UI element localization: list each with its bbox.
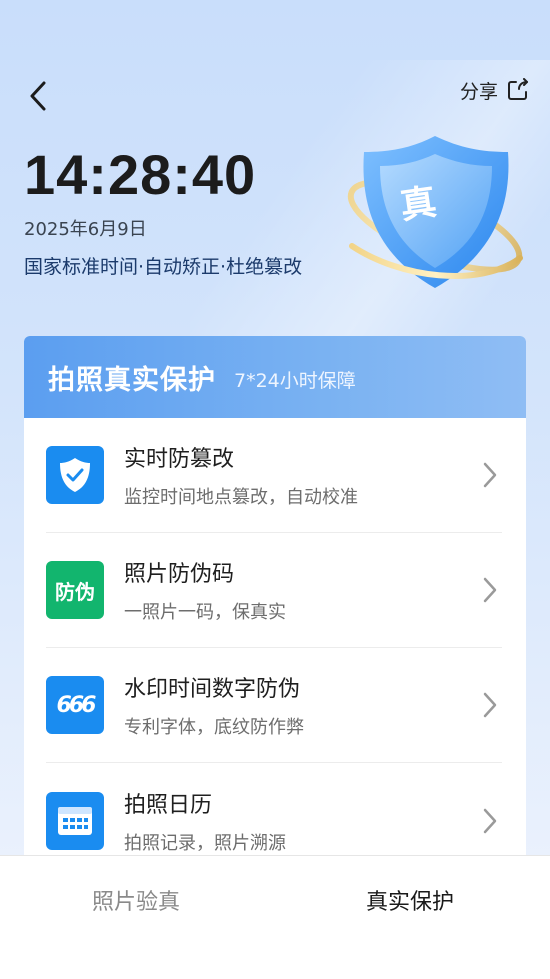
calendar-icon <box>46 791 104 850</box>
back-button[interactable] <box>20 78 56 114</box>
feature-desc: 拍照记录，照片溯源 <box>124 832 286 854</box>
shield-check-icon <box>46 446 104 504</box>
chevron-right-icon <box>478 575 502 605</box>
share-label: 分享 <box>459 80 498 103</box>
feature-row-anti-tamper[interactable]: 实时防篡改 监控时间地点篡改，自动校准 <box>46 418 502 533</box>
feature-row-watermark-digits[interactable]: 666 水印时间数字防伪 专利字体，底纹防作弊 <box>46 648 502 763</box>
feature-row-anti-fake-code[interactable]: 防伪 照片防伪码 一照片一码，保真实 <box>46 533 502 648</box>
anti-fake-icon-text: 防伪 <box>55 579 95 604</box>
current-time: 14:28:40 <box>24 143 257 206</box>
protection-card: 拍照真实保护 7*24小时保障 实时防篡改 监控时间地点篡改，自动校准 防伪 照… <box>24 336 526 896</box>
tab-real-protection[interactable]: 真实保护 <box>366 884 454 916</box>
shield-badge-char: 真 <box>398 182 439 228</box>
feature-desc: 专利字体，底纹防作弊 <box>124 717 304 738</box>
feature-desc: 监控时间地点篡改，自动校准 <box>124 487 358 508</box>
card-header: 拍照真实保护 7*24小时保障 <box>24 336 526 418</box>
digits-icon-text: 666 <box>56 692 97 718</box>
feature-title: 实时防篡改 <box>124 447 235 472</box>
digits-666-icon: 666 <box>46 676 104 734</box>
chevron-right-icon <box>478 806 502 836</box>
feature-desc: 一照片一码，保真实 <box>124 602 286 623</box>
anti-fake-icon: 防伪 <box>46 561 104 619</box>
current-date: 2025年6月9日 <box>24 219 147 240</box>
shield-badge-icon: 真 <box>347 136 523 288</box>
feature-title: 拍照日历 <box>124 792 213 818</box>
bottom-tab-bar: 照片验真 真实保护 <box>0 855 550 979</box>
tab-photo-verify[interactable]: 照片验真 <box>92 884 180 916</box>
feature-title: 照片防伪码 <box>124 562 235 587</box>
card-subtitle: 7*24小时保障 <box>234 369 356 392</box>
chevron-right-icon <box>478 460 502 490</box>
time-tagline: 国家标准时间·自动矫正·杜绝篡改 <box>24 256 303 278</box>
feature-title: 水印时间数字防伪 <box>124 677 301 702</box>
chevron-right-icon <box>478 690 502 720</box>
share-button[interactable]: 分享 <box>460 74 530 106</box>
chevron-left-icon <box>30 81 46 111</box>
share-icon <box>508 78 528 100</box>
card-title: 拍照真实保护 <box>48 364 216 396</box>
